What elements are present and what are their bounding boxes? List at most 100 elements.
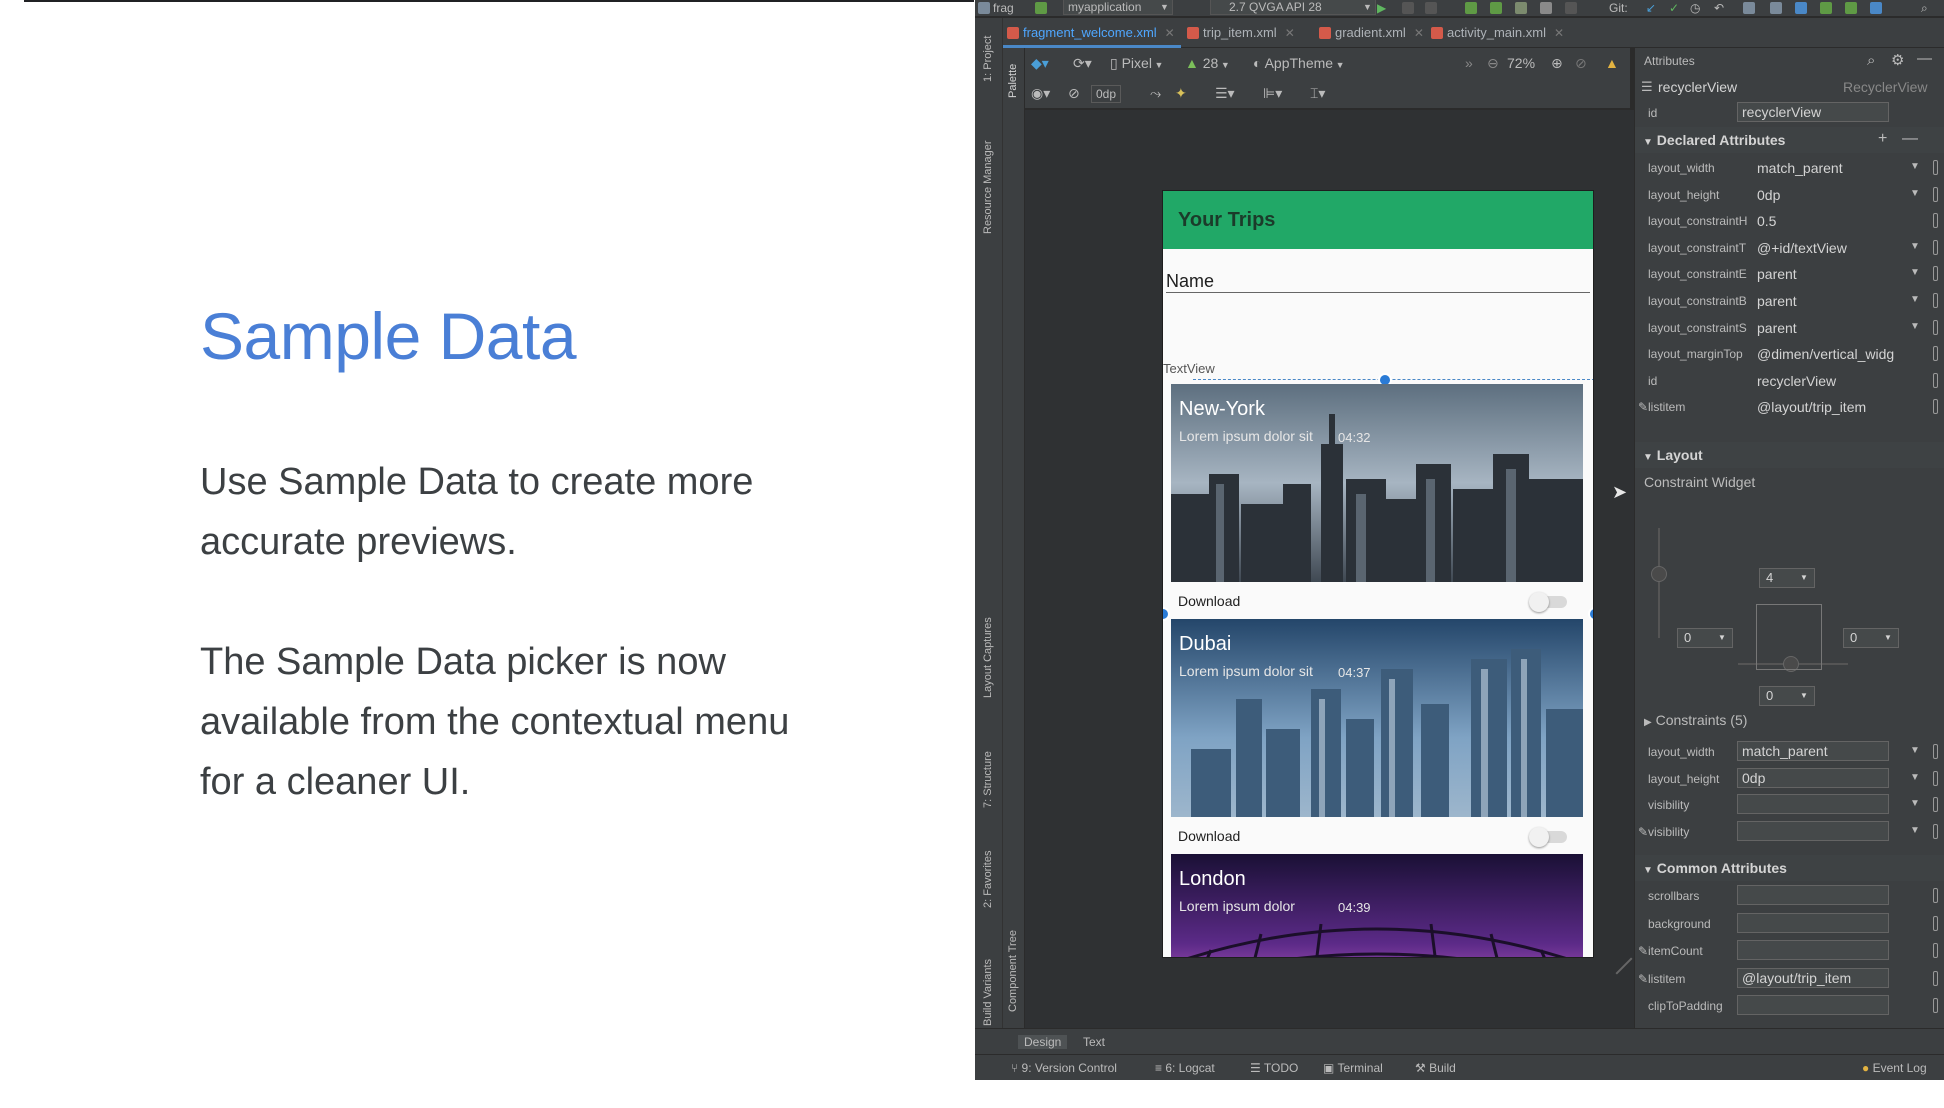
trip-card[interactable]: New-York Lorem ipsum dolor sit 04:32 [1171, 384, 1583, 582]
stop-icon[interactable] [1565, 2, 1577, 14]
resource-picker-icon[interactable] [1933, 186, 1938, 202]
attribute-value[interactable]: parent [1757, 320, 1797, 336]
minimize-icon[interactable]: — [1917, 50, 1932, 67]
attribute-value[interactable] [1737, 912, 1889, 933]
chevron-down-icon[interactable]: ▼ [1905, 157, 1925, 177]
resource-picker-icon[interactable] [1933, 213, 1938, 229]
attribute-value[interactable] [1737, 885, 1889, 905]
tab-gradient[interactable]: gradient.xml ✕ [1315, 18, 1425, 48]
resource-picker-icon[interactable] [1933, 239, 1938, 255]
resource-picker-icon[interactable] [1933, 744, 1938, 759]
tab-design[interactable]: Design [1018, 1035, 1068, 1049]
close-icon[interactable]: ✕ [1165, 26, 1175, 40]
search-icon[interactable]: ⌕ [1867, 52, 1875, 69]
attach-icon[interactable] [1425, 2, 1437, 14]
chevron-down-icon[interactable]: ▼ [1905, 290, 1925, 310]
switch-thumb[interactable] [1529, 592, 1549, 612]
attribute-value[interactable]: 0dp [1757, 187, 1780, 203]
attribute-value[interactable] [1737, 794, 1889, 815]
attribute-value[interactable]: @dimen/vertical_widg [1757, 346, 1894, 362]
attribute-value[interactable]: parent [1757, 266, 1797, 282]
resource-picker-icon[interactable] [1933, 372, 1938, 388]
build-variants-tool-button[interactable]: Build Variants [982, 959, 994, 1026]
constraint-handle-left[interactable] [1163, 607, 1170, 621]
search-everywhere-icon[interactable]: ⌕ [1921, 1, 1928, 15]
chevron-down-icon[interactable]: ▼ [1905, 741, 1925, 761]
coverage-icon[interactable] [1515, 2, 1527, 14]
gear-icon[interactable]: ⚙ [1891, 51, 1904, 69]
attribute-value[interactable]: 0.5 [1757, 213, 1776, 229]
design-canvas[interactable]: Your Trips Name TextView New-York Lorem … [1025, 110, 1635, 1030]
tab-text[interactable]: Text [1083, 1035, 1105, 1049]
project-folder-icon[interactable] [978, 2, 990, 14]
resource-picker-icon[interactable] [1933, 797, 1938, 813]
attribute-value[interactable] [1737, 995, 1889, 1015]
zoom-in-icon[interactable]: ⊕ [1551, 55, 1563, 71]
zoom-out-icon[interactable]: ⊖ [1487, 55, 1499, 71]
event-log-button[interactable]: ● Event Log [1862, 1061, 1927, 1075]
infer-constraints-icon[interactable]: ✦ [1175, 85, 1187, 101]
bottom-margin-select[interactable]: 0 ▼ [1759, 686, 1815, 706]
device-preview[interactable]: Your Trips Name TextView New-York Lorem … [1162, 190, 1594, 958]
chevron-down-icon[interactable]: ▼ [1905, 237, 1925, 257]
close-icon[interactable]: ✕ [1414, 26, 1424, 40]
resize-handle-icon[interactable] [1615, 957, 1633, 975]
component-tree-tool-button[interactable]: Component Tree [1007, 930, 1019, 1012]
resource-picker-icon[interactable] [1933, 399, 1938, 415]
common-attributes-section[interactable]: ▼ Common Attributes [1635, 855, 1944, 881]
hammer-icon[interactable] [1035, 2, 1047, 14]
revert-icon[interactable]: ↶ [1714, 1, 1724, 15]
remove-attribute-icon[interactable]: — [1902, 130, 1918, 148]
bug-icon[interactable] [1490, 2, 1502, 14]
project-fragment-label[interactable]: frag [993, 1, 1014, 15]
chevron-down-icon[interactable]: ▼ [1905, 821, 1925, 841]
attribute-value[interactable]: @+id/textView [1757, 240, 1847, 256]
guidelines-icon[interactable]: ⌶▾ [1310, 85, 1325, 101]
attribute-value[interactable]: parent [1757, 293, 1797, 309]
resource-picker-icon[interactable] [1933, 319, 1938, 335]
zoom-fit-icon[interactable]: ⊘ [1575, 55, 1587, 71]
resource-picker-icon[interactable] [1933, 266, 1938, 282]
structure-icon[interactable] [1770, 2, 1782, 14]
git-update-icon[interactable]: ↙ [1646, 1, 1656, 15]
bias-knob[interactable] [1651, 566, 1667, 582]
right-margin-select[interactable]: 0 ▼ [1843, 628, 1899, 648]
attribute-value[interactable]: @layout/trip_item [1757, 399, 1866, 415]
tab-trip-item[interactable]: trip_item.xml ✕ [1183, 18, 1313, 48]
logcat-button[interactable]: ≡ 6: Logcat [1155, 1061, 1215, 1075]
align-icon[interactable]: ⊫▾ [1263, 85, 1282, 101]
attribute-value[interactable]: @layout/trip_item [1737, 967, 1889, 988]
run-icon[interactable]: ▶ [1377, 1, 1386, 15]
close-icon[interactable]: ✕ [1285, 26, 1295, 40]
chevron-down-icon[interactable]: ▼ [1905, 794, 1925, 814]
module-select[interactable]: myapplication ▼ [1063, 0, 1173, 15]
resource-picker-icon[interactable] [1933, 970, 1938, 986]
profile-icon[interactable] [1465, 2, 1477, 14]
api-select[interactable]: ▲ 28 ▼ [1185, 55, 1230, 73]
git-commit-icon[interactable]: ✓ [1669, 1, 1679, 15]
layout-captures-tool-button[interactable]: Layout Captures [982, 617, 994, 698]
autoconnect-off-icon[interactable]: ⊘ [1068, 85, 1080, 101]
todo-button[interactable]: ☰ TODO [1250, 1061, 1298, 1075]
layout-inspector-icon[interactable] [1743, 2, 1755, 14]
palette-tool-button[interactable]: Palette [1007, 64, 1019, 98]
vertical-bias-slider[interactable] [1658, 528, 1660, 638]
debug-icon[interactable] [1402, 2, 1414, 14]
more-icon[interactable]: » [1465, 55, 1473, 71]
project-tool-button[interactable]: 1: Project [982, 36, 994, 82]
constraint-handle-right[interactable] [1588, 607, 1593, 621]
version-control-button[interactable]: ⑂ 9: Version Control [1011, 1061, 1117, 1075]
attribute-value[interactable]: recyclerView [1757, 373, 1836, 389]
left-margin-select[interactable]: 0 ▼ [1677, 628, 1733, 648]
clear-constraints-icon[interactable]: ⤳ [1150, 85, 1161, 101]
device-file-icon[interactable] [1845, 2, 1857, 14]
structure-tool-button[interactable]: 7: Structure [982, 751, 994, 808]
layout-section[interactable]: ▼ Layout [1635, 442, 1944, 468]
sdk-manager-icon[interactable] [1795, 2, 1807, 14]
resource-picker-icon[interactable] [1933, 998, 1938, 1013]
device-select[interactable]: ▯ Pixel ▼ [1110, 55, 1163, 73]
trip-card[interactable]: Dubai Lorem ipsum dolor sit 04:37 [1171, 619, 1583, 817]
device-select[interactable]: 2.7 QVGA API 28 ▼ [1210, 0, 1376, 15]
pack-icon[interactable]: ☰▾ [1215, 85, 1235, 101]
add-attribute-icon[interactable]: + [1878, 130, 1887, 148]
